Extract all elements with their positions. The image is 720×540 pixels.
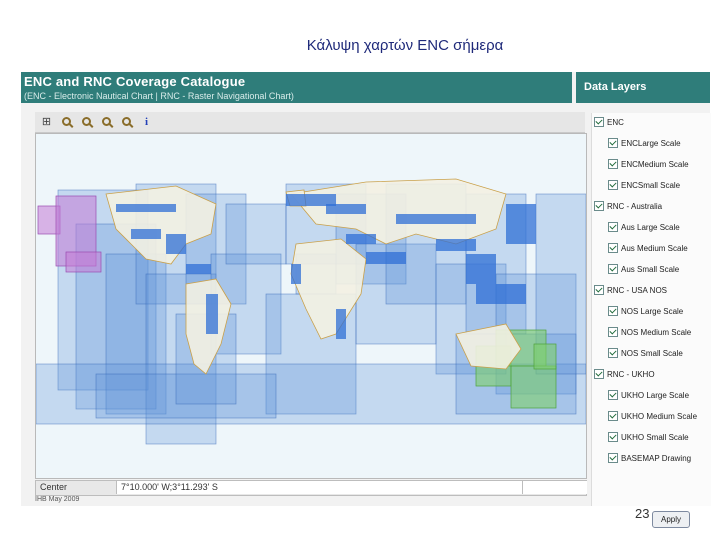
- layer-checkbox[interactable]: [608, 159, 618, 169]
- layer-label: UKHO Small Scale: [621, 432, 689, 442]
- data-layers-header: Data Layers: [576, 72, 710, 103]
- layer-checkbox[interactable]: [608, 327, 618, 337]
- layer-label: NOS Large Scale: [621, 306, 684, 316]
- layer-label: ENCLarge Scale: [621, 138, 681, 148]
- layer-checkbox[interactable]: [594, 285, 604, 295]
- layer-checkbox[interactable]: [608, 138, 618, 148]
- apply-button[interactable]: Apply: [652, 511, 690, 528]
- info-icon[interactable]: i: [139, 114, 154, 129]
- layer-checkbox[interactable]: [594, 117, 604, 127]
- layer-nos-small-scale[interactable]: NOS Small Scale: [608, 346, 683, 360]
- layer-label: RNC - USA NOS: [607, 285, 668, 295]
- center-label: Center: [40, 482, 68, 492]
- layer-label: RNC - Australia: [607, 201, 663, 211]
- layer-checkbox[interactable]: [594, 369, 604, 379]
- layer-label: NOS Medium Scale: [621, 327, 692, 337]
- layer-aus-large-scale[interactable]: Aus Large Scale: [608, 220, 680, 234]
- layer-checkbox[interactable]: [608, 348, 618, 358]
- center-coordinates: 7°10.000' W;3°11.293' S: [116, 481, 525, 494]
- layer-label: UKHO Large Scale: [621, 390, 690, 400]
- layer-label: UKHO Medium Scale: [621, 411, 698, 421]
- layer-checkbox[interactable]: [608, 243, 618, 253]
- layer-nos-large-scale[interactable]: NOS Large Scale: [608, 304, 683, 318]
- layer-rnc-australia[interactable]: RNC - Australia: [594, 199, 662, 213]
- layer-label: NOS Small Scale: [621, 348, 683, 358]
- app-header: ENC and RNC Coverage Catalogue (ENC - El…: [21, 72, 572, 103]
- status-extra-field: [522, 481, 587, 494]
- slide-title: Κάλυψη χαρτών ENC σήμερα: [306, 37, 504, 54]
- layer-aus-medium-scale[interactable]: Aus Medium Scale: [608, 241, 688, 255]
- layer-label: Aus Medium Scale: [621, 243, 688, 253]
- layer-label: RNC - UKHO: [607, 369, 655, 379]
- layer-checkbox[interactable]: [608, 453, 618, 463]
- layer-ukho-large-scale[interactable]: UKHO Large Scale: [608, 388, 689, 402]
- app-title: ENC and RNC Coverage Catalogue: [24, 74, 246, 89]
- layer-basemap-drawing[interactable]: BASEMAP Drawing: [608, 451, 691, 465]
- data-layers-panel: ENC ENCLarge Scale ENCMedium Scale ENCSm…: [591, 113, 711, 528]
- layer-label: Aus Small Scale: [621, 264, 680, 274]
- layer-checkbox[interactable]: [608, 222, 618, 232]
- footer-credit: IHB May 2009: [35, 496, 80, 503]
- layer-enc-medium-scale[interactable]: ENCMedium Scale: [608, 157, 689, 171]
- layer-label: ENCSmall Scale: [621, 180, 681, 190]
- zoom-icon[interactable]: [99, 114, 114, 129]
- zoom-out-icon[interactable]: [79, 114, 94, 129]
- layer-checkbox[interactable]: [608, 180, 618, 190]
- page-number: 23: [635, 506, 650, 521]
- layer-ukho-small-scale[interactable]: UKHO Small Scale: [608, 430, 689, 444]
- layer-aus-small-scale[interactable]: Aus Small Scale: [608, 262, 679, 276]
- layer-nos-medium-scale[interactable]: NOS Medium Scale: [608, 325, 691, 339]
- world-map: [36, 134, 586, 478]
- layer-checkbox[interactable]: [608, 306, 618, 316]
- layer-checkbox[interactable]: [608, 432, 618, 442]
- zoom-in-icon[interactable]: [59, 114, 74, 129]
- coverage-catalogue-app: ENC and RNC Coverage Catalogue (ENC - El…: [21, 72, 711, 528]
- coverage-map[interactable]: [35, 133, 587, 479]
- layer-label: Aus Large Scale: [621, 222, 680, 232]
- layer-enc-small-scale[interactable]: ENCSmall Scale: [608, 178, 680, 192]
- layer-rnc-ukho[interactable]: RNC - UKHO: [594, 367, 655, 381]
- layer-enc-large-scale[interactable]: ENCLarge Scale: [608, 136, 681, 150]
- layer-checkbox[interactable]: [608, 390, 618, 400]
- layer-checkbox[interactable]: [594, 201, 604, 211]
- layer-enc[interactable]: ENC: [594, 115, 624, 129]
- status-bar: Center 7°10.000' W;3°11.293' S: [35, 480, 587, 496]
- full-extent-icon[interactable]: ⊞: [39, 114, 54, 129]
- layer-rnc-usa-nos[interactable]: RNC - USA NOS: [594, 283, 667, 297]
- layer-checkbox[interactable]: [608, 411, 618, 421]
- app-subtitle: (ENC - Electronic Nautical Chart | RNC -…: [24, 91, 294, 101]
- layer-label: ENCMedium Scale: [621, 159, 689, 169]
- layer-checkbox[interactable]: [608, 264, 618, 274]
- map-toolbar: ⊞ i: [35, 112, 585, 133]
- layer-label: ENC: [607, 117, 624, 127]
- layer-ukho-medium-scale[interactable]: UKHO Medium Scale: [608, 409, 697, 423]
- zoom-previous-icon[interactable]: [119, 114, 134, 129]
- layer-label: BASEMAP Drawing: [621, 453, 692, 463]
